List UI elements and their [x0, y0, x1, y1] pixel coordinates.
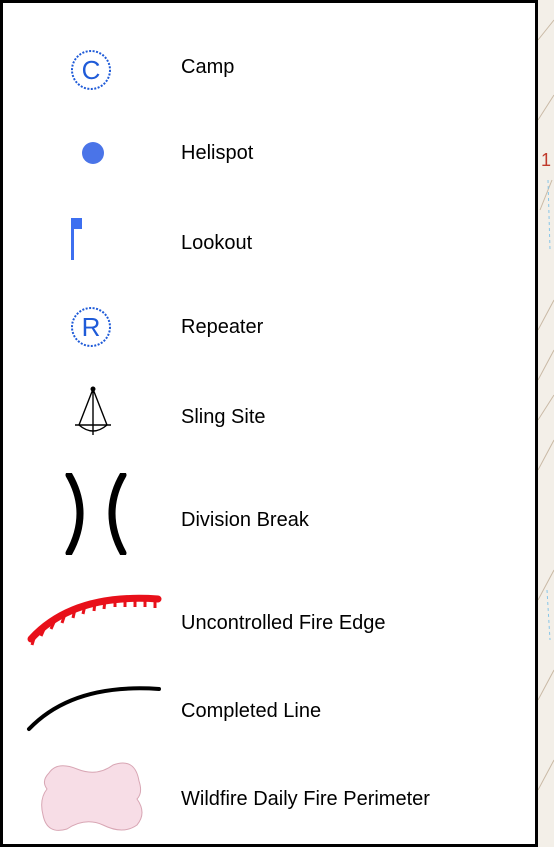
svg-text:C: C	[82, 55, 101, 85]
legend-item-lookout: Lookout	[3, 213, 538, 263]
map-terrain-lines: 1	[538, 19, 554, 791]
legend-item-wildfire-daily-fire-perimeter: Wildfire Daily Fire Perimeter	[3, 755, 538, 835]
legend-label-uncontrolled-fire-edge: Uncontrolled Fire Edge	[181, 612, 386, 634]
legend-label-lookout: Lookout	[181, 232, 253, 254]
legend-item-sling-site: Sling Site	[3, 381, 538, 441]
legend-label-wildfire-daily-fire-perimeter: Wildfire Daily Fire Perimeter	[181, 788, 430, 810]
legend-label-completed-line: Completed Line	[181, 700, 322, 722]
map-background-strip: 1	[538, 0, 554, 847]
sling-site-icon	[73, 383, 113, 443]
legend-label-camp: Camp	[181, 56, 235, 78]
legend-label-repeater: Repeater	[181, 316, 264, 338]
legend-label-helispot: Helispot	[181, 142, 254, 164]
legend-item-uncontrolled-fire-edge: Uncontrolled Fire Edge	[3, 583, 538, 653]
legend-label-division-break: Division Break	[181, 509, 309, 531]
legend-item-division-break: Division Break	[3, 468, 538, 558]
svg-text:R: R	[82, 312, 101, 342]
flag-icon	[69, 218, 89, 262]
perimeter-blob-icon	[39, 759, 151, 833]
arc-line-icon	[23, 673, 163, 743]
hatched-arc-icon	[23, 583, 163, 653]
legend-item-repeater: R Repeater	[3, 303, 538, 353]
map-legend-panel: C Camp Helispot Lookout R Repeater Sling…	[0, 0, 538, 847]
map-grid-label: 1	[541, 150, 551, 170]
circled-c-icon: C	[69, 48, 113, 92]
legend-item-camp: C Camp	[3, 43, 538, 93]
division-break-icon	[63, 471, 129, 557]
legend-item-completed-line: Completed Line	[3, 673, 538, 743]
legend-item-helispot: Helispot	[3, 133, 538, 173]
legend-label-sling-site: Sling Site	[181, 406, 266, 428]
filled-dot-icon	[81, 141, 105, 165]
circled-r-icon: R	[69, 305, 113, 349]
